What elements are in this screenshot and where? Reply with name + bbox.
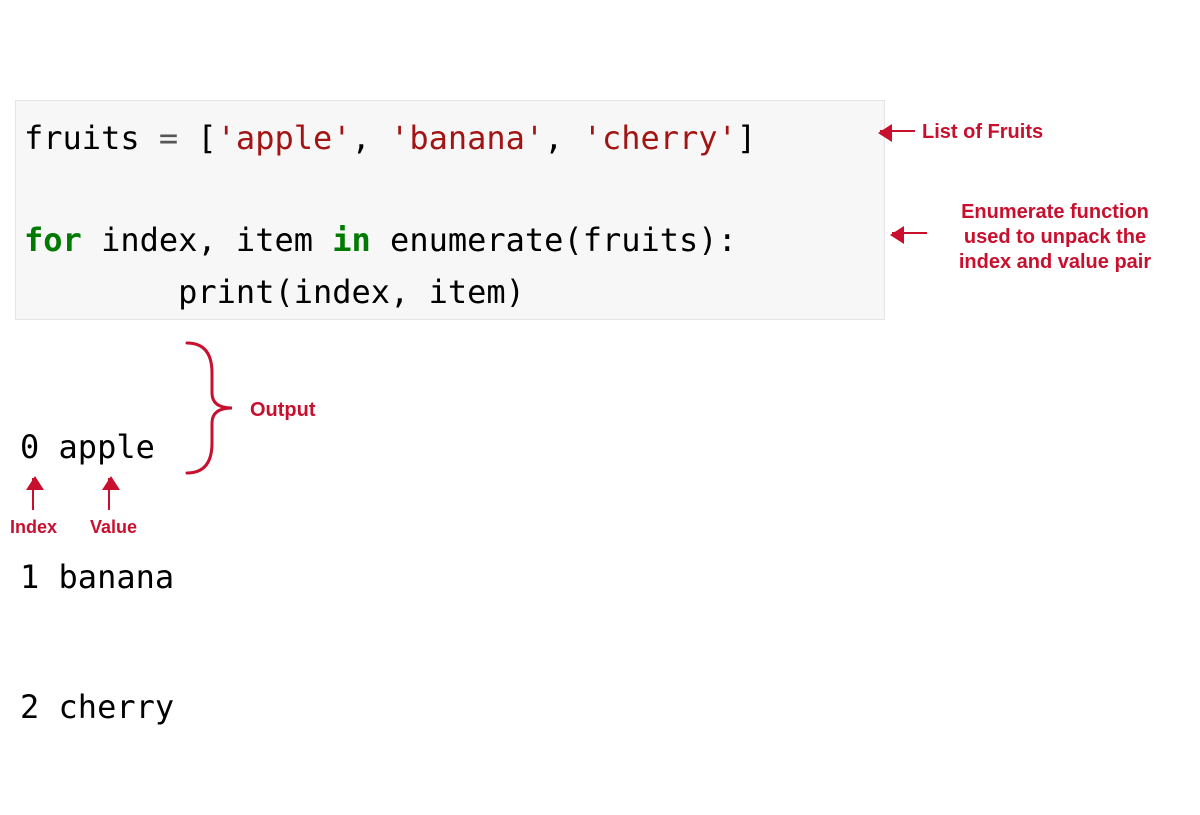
output-block: 0 apple 1 banana 2 cherry [20,340,174,815]
code-line-blank [24,164,876,215]
output-line: 0 apple [20,426,174,469]
annotation-output: Output [250,398,316,423]
code-line-4: print(index, item) [24,267,876,318]
arrow-up-icon [32,478,34,510]
code-block: fruits = ['apple', 'banana', 'cherry'] f… [15,100,885,320]
token-string: 'cherry' [583,119,737,157]
token-keyword-for: for [24,221,82,259]
brace-icon [182,338,242,478]
token-func-print: print [178,273,274,311]
annotation-list-of-fruits: List of Fruits [922,120,1043,145]
token-keyword-in: in [332,221,371,259]
token-func-enumerate: enumerate [390,221,563,259]
code-line-1: fruits = ['apple', 'banana', 'cherry'] [24,113,876,164]
token-open-bracket: [ [197,119,216,157]
output-line: 1 banana [20,556,174,599]
token-comma: , [544,119,583,157]
code-line-3: for index, item in enumerate(fruits): [24,215,876,266]
annotation-enumerate: Enumerate function used to unpack the in… [940,200,1170,275]
token-var: item [236,221,313,259]
arrow-left-icon [880,130,915,132]
diagram-canvas: fruits = ['apple', 'banana', 'cherry'] f… [0,0,1200,630]
token-comma: , [352,119,391,157]
token-string: 'apple' [217,119,352,157]
annotation-index: Index [10,516,57,539]
output-line: 2 cherry [20,686,174,729]
token-assign: = [140,119,198,157]
annotation-value: Value [90,516,137,539]
arrow-up-icon [108,478,110,510]
token-var: fruits [24,119,140,157]
token-close-bracket: ] [737,119,756,157]
token-string: 'banana' [390,119,544,157]
arrow-left-icon [892,232,927,234]
token-var: index [101,221,197,259]
